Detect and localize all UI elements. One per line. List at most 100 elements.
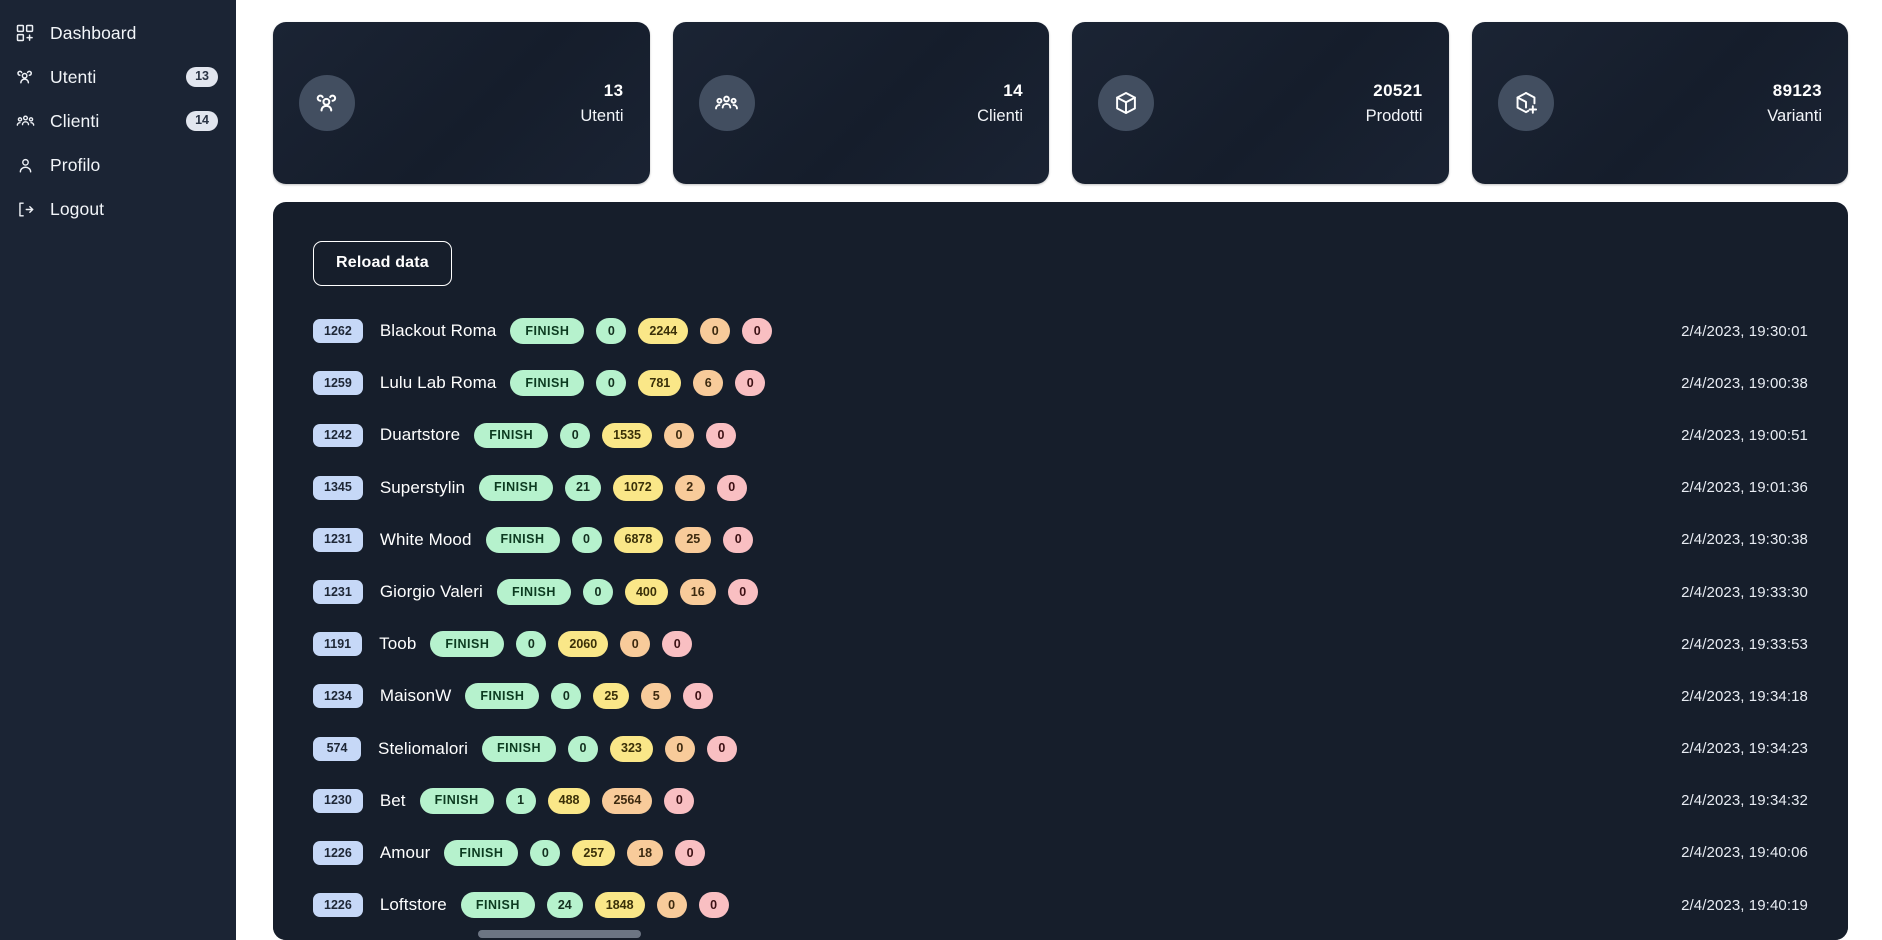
row-id-pill[interactable]: 1191	[313, 632, 363, 657]
count-badge-yellow[interactable]: 1535	[602, 422, 652, 449]
count-badge-pink[interactable]: 0	[735, 370, 766, 397]
stat-card-varianti[interactable]: 89123 Varianti	[1471, 22, 1848, 184]
count-badge-yellow[interactable]: 6878	[613, 526, 664, 553]
count-badge-yellow[interactable]: 257	[572, 840, 616, 866]
count-badge-yellow[interactable]: 323	[610, 735, 653, 762]
count-badge-green[interactable]: 21	[565, 474, 601, 501]
table-row[interactable]: 1242 Duartstore FINISH 0 1535 0 0 2/4/2023, 19:…	[313, 409, 1808, 461]
scrollbar-thumb[interactable]	[478, 930, 641, 938]
count-badge-yellow[interactable]: 1848	[594, 892, 645, 919]
count-badge-orange[interactable]: 0	[620, 631, 651, 658]
count-badge-green[interactable]: 0	[560, 422, 591, 449]
count-badge-green[interactable]: 0	[568, 735, 598, 762]
row-timestamp: 2/4/2023, 19:40:19	[1681, 896, 1808, 914]
count-badge-green[interactable]: 0	[530, 840, 561, 866]
sidebar-item-dashboard[interactable]: Dashboard	[0, 11, 236, 55]
table-row[interactable]: 1231 White Mood FINISH 0 6878 25 0 2/4/2023, 19…	[313, 514, 1808, 566]
stat-card-utenti[interactable]: 13 Utenti	[273, 22, 650, 184]
count-badge-pink[interactable]: 0	[727, 579, 758, 605]
count-badge-orange[interactable]: 6	[693, 370, 724, 397]
status-badge[interactable]: FINISH	[510, 370, 585, 397]
table-row[interactable]: 574 Steliomalori FINISH 0 323 0 0 2/4/2023, 19:…	[313, 723, 1808, 775]
count-badge-pink[interactable]: 0	[683, 683, 714, 710]
status-badge[interactable]: FINISH	[482, 735, 556, 762]
status-badge[interactable]: FINISH	[510, 318, 585, 345]
row-id-pill[interactable]: 1259	[313, 371, 363, 396]
count-badge-orange[interactable]: 0	[700, 318, 731, 345]
status-badge[interactable]: FINISH	[474, 422, 549, 449]
count-badge-green[interactable]: 1	[505, 787, 536, 814]
count-badge-green[interactable]: 0	[551, 683, 582, 710]
status-badge[interactable]: FINISH	[485, 526, 560, 553]
sidebar-item-profilo[interactable]: Profilo	[0, 143, 236, 187]
sidebar-item-logout[interactable]: Logout	[0, 187, 236, 231]
count-badge-green[interactable]: 0	[571, 526, 602, 553]
count-badge-orange[interactable]: 16	[679, 579, 716, 605]
stat-value: 20521	[1373, 80, 1423, 100]
count-badge-green[interactable]: 0	[582, 579, 613, 605]
count-badge-orange[interactable]: 25	[675, 526, 712, 553]
table-row[interactable]: 1191 Toob FINISH 0 2060 0 0 2/4/2023, 19:33:53	[313, 618, 1808, 670]
table-row[interactable]: 1259 Lulu Lab Roma FINISH 0 781 6 0 2/4/2023, 1…	[313, 357, 1808, 409]
count-badge-yellow[interactable]: 781	[638, 370, 682, 397]
horizontal-scrollbar[interactable]	[273, 927, 1848, 940]
row-id-pill[interactable]: 1242	[313, 423, 363, 448]
count-badge-orange[interactable]: 5	[641, 683, 672, 710]
status-badge[interactable]: FINISH	[479, 474, 553, 501]
table-row[interactable]: 1262 Blackout Roma FINISH 0 2244 0 0 2/4/2023, …	[313, 305, 1808, 357]
count-badge-pink[interactable]: 0	[675, 840, 706, 866]
count-badge-yellow[interactable]: 1072	[612, 474, 663, 501]
status-badge[interactable]: FINISH	[465, 683, 540, 710]
count-badge-yellow[interactable]: 2060	[558, 631, 609, 658]
status-badge[interactable]: FINISH	[496, 579, 571, 605]
status-badge[interactable]: FINISH	[419, 787, 494, 814]
row-id-pill[interactable]: 1230	[313, 788, 363, 813]
count-badge-yellow[interactable]: 400	[624, 579, 668, 605]
count-badge-pink[interactable]: 0	[716, 474, 747, 501]
count-badge-green[interactable]: 0	[516, 631, 547, 658]
row-id-pill[interactable]: 574	[313, 736, 361, 761]
count-badge-orange[interactable]: 2	[674, 474, 705, 501]
count-badge-yellow[interactable]: 25	[593, 683, 630, 710]
sidebar-item-clienti[interactable]: Clienti 14	[0, 99, 236, 143]
reload-data-button[interactable]: Reload data	[313, 241, 452, 286]
stat-card-clienti[interactable]: 14 Clienti	[672, 22, 1049, 184]
row-id-pill[interactable]: 1231	[313, 580, 363, 604]
count-badge-orange[interactable]: 2564	[602, 787, 653, 814]
row-main: 1345 Superstylin FINISH 21 1072 2 0	[313, 474, 747, 501]
status-badge[interactable]: FINISH	[444, 840, 519, 866]
count-badge-green[interactable]: 24	[546, 892, 583, 919]
status-badge[interactable]: FINISH	[460, 892, 535, 919]
count-badge-pink[interactable]: 0	[705, 422, 736, 449]
table-row[interactable]: 1226 Amour FINISH 0 257 18 0 2/4/2023, 19:40:06	[313, 827, 1808, 879]
row-id-pill[interactable]: 1231	[313, 527, 363, 552]
row-id-pill[interactable]: 1226	[313, 841, 363, 865]
table-row[interactable]: 1230 Bet FINISH 1 488 2564 0 2/4/2023, 19:34:32	[313, 775, 1808, 827]
count-badge-green[interactable]: 0	[596, 318, 627, 345]
count-badge-orange[interactable]: 0	[663, 422, 694, 449]
count-badge-pink[interactable]: 0	[723, 526, 754, 553]
count-badge-pink[interactable]: 0	[662, 631, 693, 658]
count-badge-green[interactable]: 0	[596, 370, 627, 397]
table-row[interactable]: 1234 MaisonW FINISH 0 25 5 0 2/4/2023, 19:34:18	[313, 670, 1808, 722]
count-badge-pink[interactable]: 0	[742, 318, 773, 345]
row-id-pill[interactable]: 1262	[313, 319, 363, 344]
sidebar-item-utenti[interactable]: Utenti 13	[0, 55, 236, 99]
count-badge-orange[interactable]: 0	[656, 892, 687, 919]
row-id-pill[interactable]: 1345	[313, 475, 363, 500]
count-badge-pink[interactable]: 0	[664, 787, 695, 814]
status-badge[interactable]: FINISH	[430, 631, 505, 658]
row-id-pill[interactable]: 1234	[313, 684, 363, 709]
stat-card-prodotti[interactable]: 20521 Prodotti	[1072, 22, 1449, 184]
row-id-pill[interactable]: 1226	[313, 893, 363, 918]
count-badge-pink[interactable]: 0	[706, 735, 737, 762]
table-row[interactable]: 1345 Superstylin FINISH 21 1072 2 0 2/4/2023, 1…	[313, 462, 1808, 514]
table-row[interactable]: 1231 Giorgio Valeri FINISH 0 400 16 0 2/4/2023,…	[313, 566, 1808, 618]
count-badge-yellow[interactable]: 488	[547, 787, 591, 814]
table-row[interactable]: 1226 Loftstore FINISH 24 1848 0 0 2/4/2023, 19:…	[313, 879, 1808, 931]
count-badge-yellow[interactable]: 2244	[638, 318, 689, 345]
count-badge-orange[interactable]: 18	[627, 840, 664, 866]
count-badge-orange[interactable]: 0	[664, 735, 695, 762]
count-badge-pink[interactable]: 0	[698, 892, 729, 919]
row-name: Bet	[379, 790, 406, 810]
